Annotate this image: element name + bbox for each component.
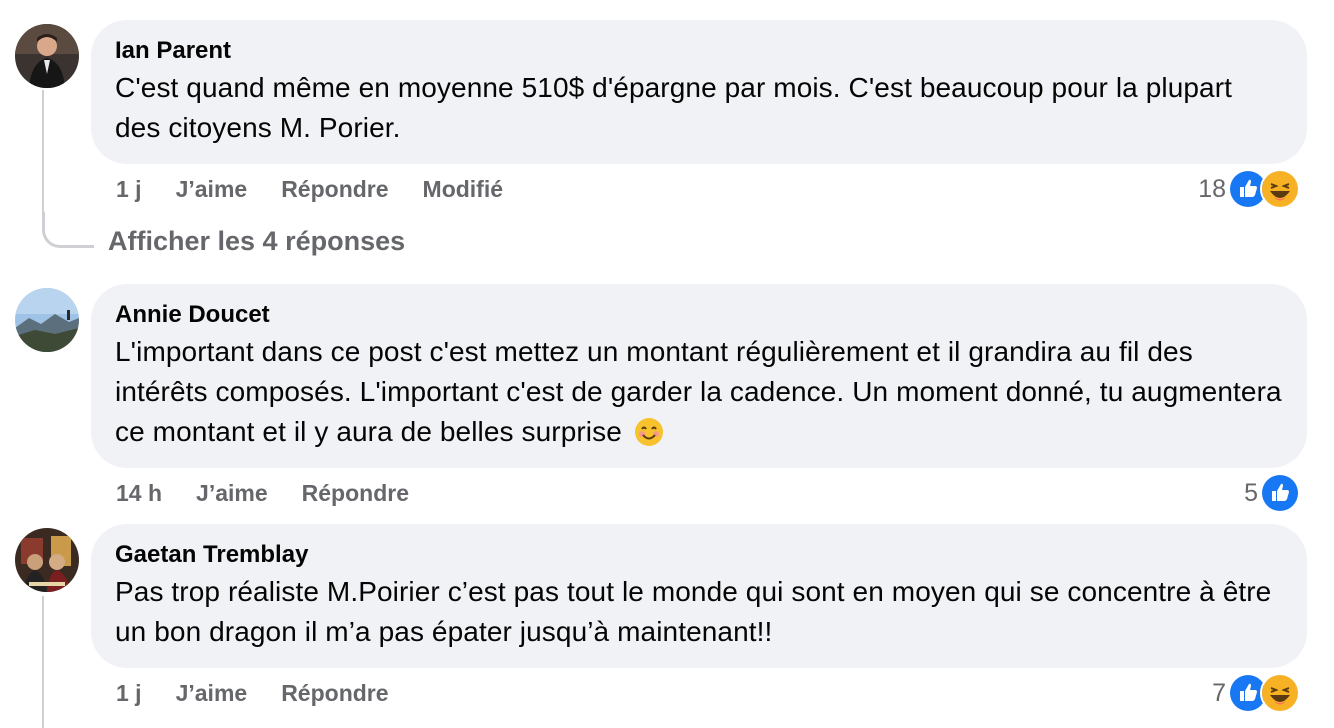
- edited-label[interactable]: Modifié: [423, 176, 504, 203]
- comment-actions: 1 j J’aime Répondre Modifié: [116, 172, 537, 206]
- comment-actions: 14 h J’aime Répondre: [116, 476, 443, 510]
- like-button[interactable]: J’aime: [196, 480, 268, 507]
- reaction-count: 18: [1198, 174, 1226, 203]
- comments-section: Afficher les 4 réponses Ian Parent C'est…: [0, 0, 1334, 728]
- like-button[interactable]: J’aime: [176, 680, 248, 707]
- comment-text-body: L'important dans ce post c'est mettez un…: [115, 336, 1282, 447]
- view-replies-link[interactable]: Afficher les 4 réponses: [108, 226, 405, 257]
- comment-timestamp[interactable]: 1 j: [116, 680, 142, 707]
- haha-icon: [1260, 673, 1300, 713]
- thread-connector: [42, 212, 94, 248]
- smiling-face-icon: [634, 417, 664, 447]
- haha-icon: [1260, 169, 1300, 209]
- comment-text: L'important dans ce post c'est mettez un…: [115, 332, 1283, 452]
- like-button[interactable]: J’aime: [176, 176, 248, 203]
- comment-author[interactable]: Ian Parent: [115, 36, 1283, 66]
- avatar[interactable]: [15, 24, 79, 88]
- comment-timestamp[interactable]: 1 j: [116, 176, 142, 203]
- reaction-count: 7: [1212, 678, 1226, 707]
- avatar[interactable]: [15, 288, 79, 352]
- comment-actions: 1 j J’aime Répondre: [116, 676, 423, 710]
- comment-text: Pas trop réaliste M.Poirier c’est pas to…: [115, 576, 1272, 647]
- reactions-summary[interactable]: 5: [1244, 473, 1300, 513]
- reply-button[interactable]: Répondre: [281, 680, 388, 707]
- like-icon: [1260, 473, 1300, 513]
- comment-timestamp[interactable]: 14 h: [116, 480, 162, 507]
- comment-bubble: Annie Doucet L'important dans ce post c'…: [91, 284, 1307, 468]
- reactions-summary[interactable]: 7: [1212, 673, 1300, 713]
- reaction-count: 5: [1244, 478, 1258, 507]
- reactions-summary[interactable]: 18: [1198, 169, 1300, 209]
- comment-bubble: Gaetan Tremblay Pas trop réaliste M.Poir…: [91, 524, 1307, 668]
- comment-author[interactable]: Gaetan Tremblay: [115, 540, 1283, 570]
- thread-line: [42, 596, 44, 728]
- comment-author[interactable]: Annie Doucet: [115, 300, 1283, 330]
- reply-button[interactable]: Répondre: [302, 480, 409, 507]
- thread-line: [42, 90, 44, 214]
- comment-bubble: Ian Parent C'est quand même en moyenne 5…: [91, 20, 1307, 164]
- reply-button[interactable]: Répondre: [281, 176, 388, 203]
- avatar[interactable]: [15, 528, 79, 592]
- comment-text: C'est quand même en moyenne 510$ d'éparg…: [115, 72, 1233, 143]
